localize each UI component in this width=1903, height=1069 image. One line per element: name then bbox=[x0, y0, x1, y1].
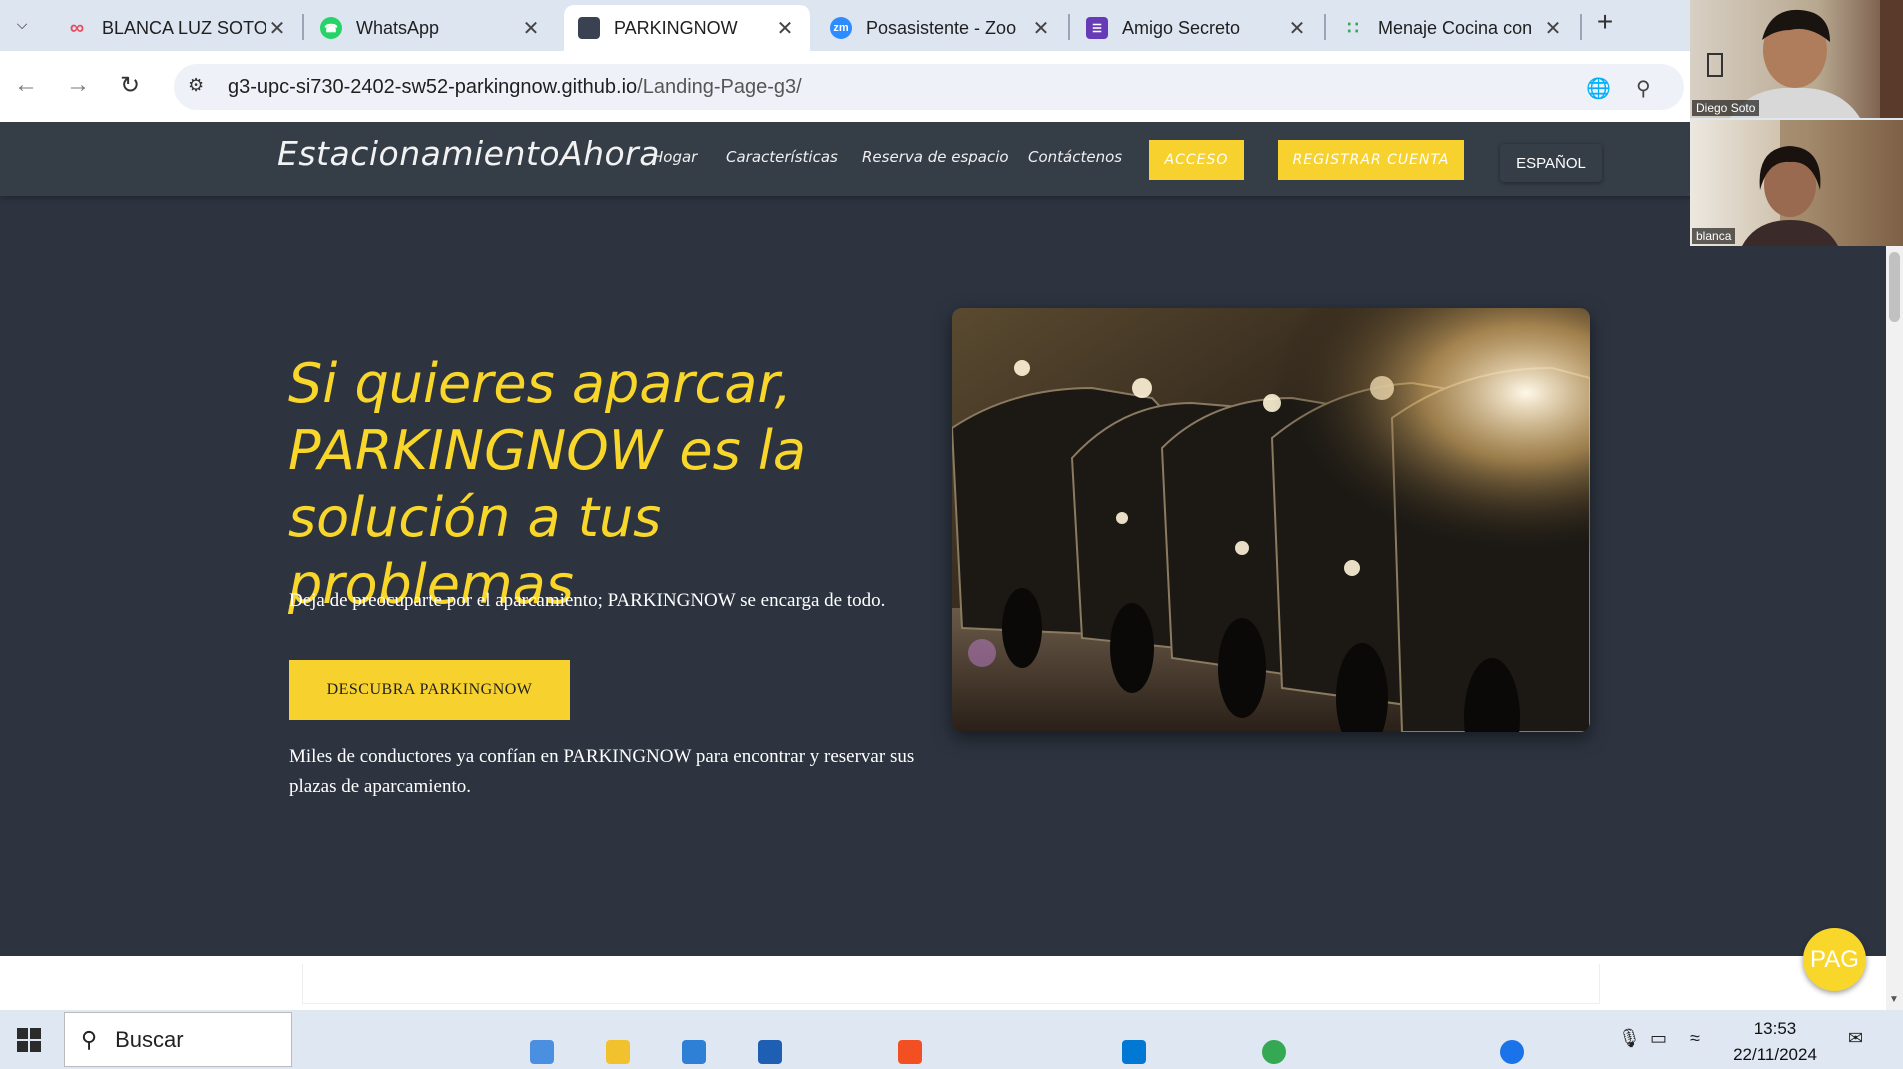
wifi-icon[interactable]: ≈ bbox=[1690, 1028, 1700, 1049]
nav-contactenos[interactable]: Contáctenos bbox=[1028, 148, 1122, 166]
scrollbar-thumb[interactable] bbox=[1889, 252, 1900, 322]
tab-menaje[interactable]: ∷ Menaje Cocina con ✕ bbox=[1328, 5, 1578, 51]
notifications-icon[interactable]: ✉ bbox=[1848, 1028, 1863, 1049]
video-tile-diego: Diego Soto bbox=[1690, 0, 1903, 118]
parkingnow-favicon bbox=[578, 17, 600, 39]
edge-icon[interactable] bbox=[1122, 1040, 1146, 1064]
tab-search-icon[interactable]: ⌵ bbox=[8, 10, 36, 38]
clock-time: 13:53 bbox=[1753, 1019, 1797, 1038]
language-select[interactable]: ESPAÑOL bbox=[1500, 144, 1602, 182]
forms-icon: ☰ bbox=[1086, 17, 1108, 39]
translate-icon[interactable]: 🌐 bbox=[1586, 76, 1611, 101]
site-info-icon[interactable]: ⚙ bbox=[188, 75, 212, 99]
close-tab-icon[interactable]: ✕ bbox=[1286, 16, 1308, 41]
store-icon[interactable] bbox=[898, 1040, 922, 1064]
microphone-icon[interactable]: 🎙 bbox=[1618, 1028, 1641, 1049]
taskbar-app-icon[interactable] bbox=[682, 1040, 706, 1064]
site-brand[interactable]: EstacionamientoAhora bbox=[277, 134, 660, 173]
participant-name: blanca bbox=[1692, 228, 1736, 244]
forward-icon[interactable]: → bbox=[66, 71, 90, 99]
taskbar: ⚲ Buscar 🎙 ▭ ≈ 13:53 22/11/2024 ✉ bbox=[0, 1010, 1903, 1069]
parked-cars-image bbox=[952, 308, 1590, 732]
chrome-icon[interactable] bbox=[1262, 1040, 1286, 1064]
taskbar-app-icon[interactable] bbox=[530, 1040, 554, 1064]
close-tab-icon[interactable]: ✕ bbox=[1030, 16, 1052, 41]
video-tile-blanca: blanca bbox=[1690, 120, 1903, 246]
tab-title: WhatsApp bbox=[356, 17, 440, 38]
taskbar-app-icon[interactable] bbox=[1500, 1040, 1524, 1064]
taskbar-search-label: Buscar bbox=[115, 1026, 184, 1052]
hero-subtitle: Deja de preocuparte por el aparcamiento;… bbox=[289, 590, 886, 611]
zoom-icon: zm bbox=[830, 17, 852, 39]
nav-hogar[interactable]: Hogar bbox=[652, 148, 697, 166]
discover-button[interactable]: DESCUBRA PARKINGNOW bbox=[289, 660, 570, 720]
address-bar-row: ← → ↻ ⚙ g3-upc-si730-2402-sw52-parkingno… bbox=[0, 51, 1690, 122]
tab-title: Amigo Secreto bbox=[1122, 17, 1241, 38]
tab-zoom[interactable]: zm Posasistente - Zoo ✕ bbox=[816, 5, 1066, 51]
nav-caracteristicas[interactable]: Características bbox=[726, 148, 838, 166]
tab-parkingnow[interactable]: PARKINGNOW ✕ bbox=[564, 5, 810, 51]
battery-icon[interactable]: ▭ bbox=[1650, 1028, 1667, 1049]
tab-whatsapp[interactable]: ☎ WhatsApp ✕ bbox=[306, 5, 556, 51]
login-button[interactable]: ACCESO bbox=[1149, 140, 1244, 180]
tab-title: Menaje Cocina con bbox=[1378, 17, 1533, 38]
hero-note: Miles de conductores ya confían en PARKI… bbox=[289, 746, 915, 797]
register-button[interactable]: REGISTRAR CUENTA bbox=[1278, 140, 1464, 180]
site-navbar: EstacionamientoAhora Hogar Característic… bbox=[0, 122, 1886, 196]
tab-title: PARKINGNOW bbox=[614, 17, 738, 38]
next-section bbox=[0, 956, 1886, 1010]
tab-amigo-secreto[interactable]: ☰ Amigo Secreto ✕ bbox=[1072, 5, 1322, 51]
tab-strip: ⌵ ∞ BLANCA LUZ SOTO ✕ ☎ WhatsApp ✕ PARKI… bbox=[0, 0, 1690, 51]
reload-icon[interactable]: ↻ bbox=[120, 71, 140, 100]
scroll-down-icon[interactable]: ▼ bbox=[1889, 994, 1899, 1005]
close-tab-icon[interactable]: ✕ bbox=[266, 16, 288, 41]
taskbar-search[interactable]: ⚲ Buscar bbox=[64, 1012, 292, 1067]
url-text[interactable]: g3-upc-si730-2402-sw52-parkingnow.github… bbox=[228, 76, 802, 99]
close-tab-icon[interactable]: ✕ bbox=[774, 16, 796, 41]
clock-date: 22/11/2024 bbox=[1733, 1045, 1817, 1064]
participant-name: Diego Soto bbox=[1692, 100, 1760, 116]
new-tab-button[interactable]: + bbox=[1590, 8, 1620, 38]
whatsapp-icon: ☎ bbox=[320, 17, 342, 39]
dots-icon: ∷ bbox=[1347, 17, 1359, 38]
tab-blanca[interactable]: ∞ BLANCA LUZ SOTO ✕ bbox=[52, 5, 302, 51]
tab-title: BLANCA LUZ SOTO bbox=[102, 17, 266, 38]
address-bar[interactable]: ⚙ g3-upc-si730-2402-sw52-parkingnow.gith… bbox=[174, 64, 1684, 110]
page-scrollbar[interactable]: ▲ ▼ bbox=[1886, 122, 1903, 1010]
word-icon[interactable] bbox=[758, 1040, 782, 1064]
windows-start-icon[interactable] bbox=[0, 1010, 58, 1069]
search-icon: ⚲ bbox=[81, 1026, 98, 1052]
blanca-favicon: ∞ bbox=[69, 16, 85, 39]
url-path: /Landing-Page-g3/ bbox=[637, 76, 802, 98]
system-clock[interactable]: 13:53 22/11/2024 bbox=[1700, 1016, 1850, 1068]
back-icon[interactable]: ← bbox=[14, 71, 38, 99]
page-fab-button[interactable]: PAG bbox=[1803, 928, 1866, 991]
tab-title: Posasistente - Zoo bbox=[866, 17, 1017, 38]
url-host: g3-upc-si730-2402-sw52-parkingnow.github… bbox=[228, 76, 638, 98]
close-tab-icon[interactable]: ✕ bbox=[520, 16, 542, 41]
close-tab-icon[interactable]: ✕ bbox=[1542, 16, 1564, 41]
hero-title: Si quieres aparcar, PARKINGNOW es la sol… bbox=[288, 352, 806, 616]
zoom-magnifier-icon[interactable]: ⚲ bbox=[1636, 76, 1651, 101]
page-viewport: EstacionamientoAhora Hogar Característic… bbox=[0, 122, 1886, 1010]
file-explorer-icon[interactable] bbox=[606, 1040, 630, 1064]
nav-reserva[interactable]: Reserva de espacio bbox=[862, 148, 1009, 166]
